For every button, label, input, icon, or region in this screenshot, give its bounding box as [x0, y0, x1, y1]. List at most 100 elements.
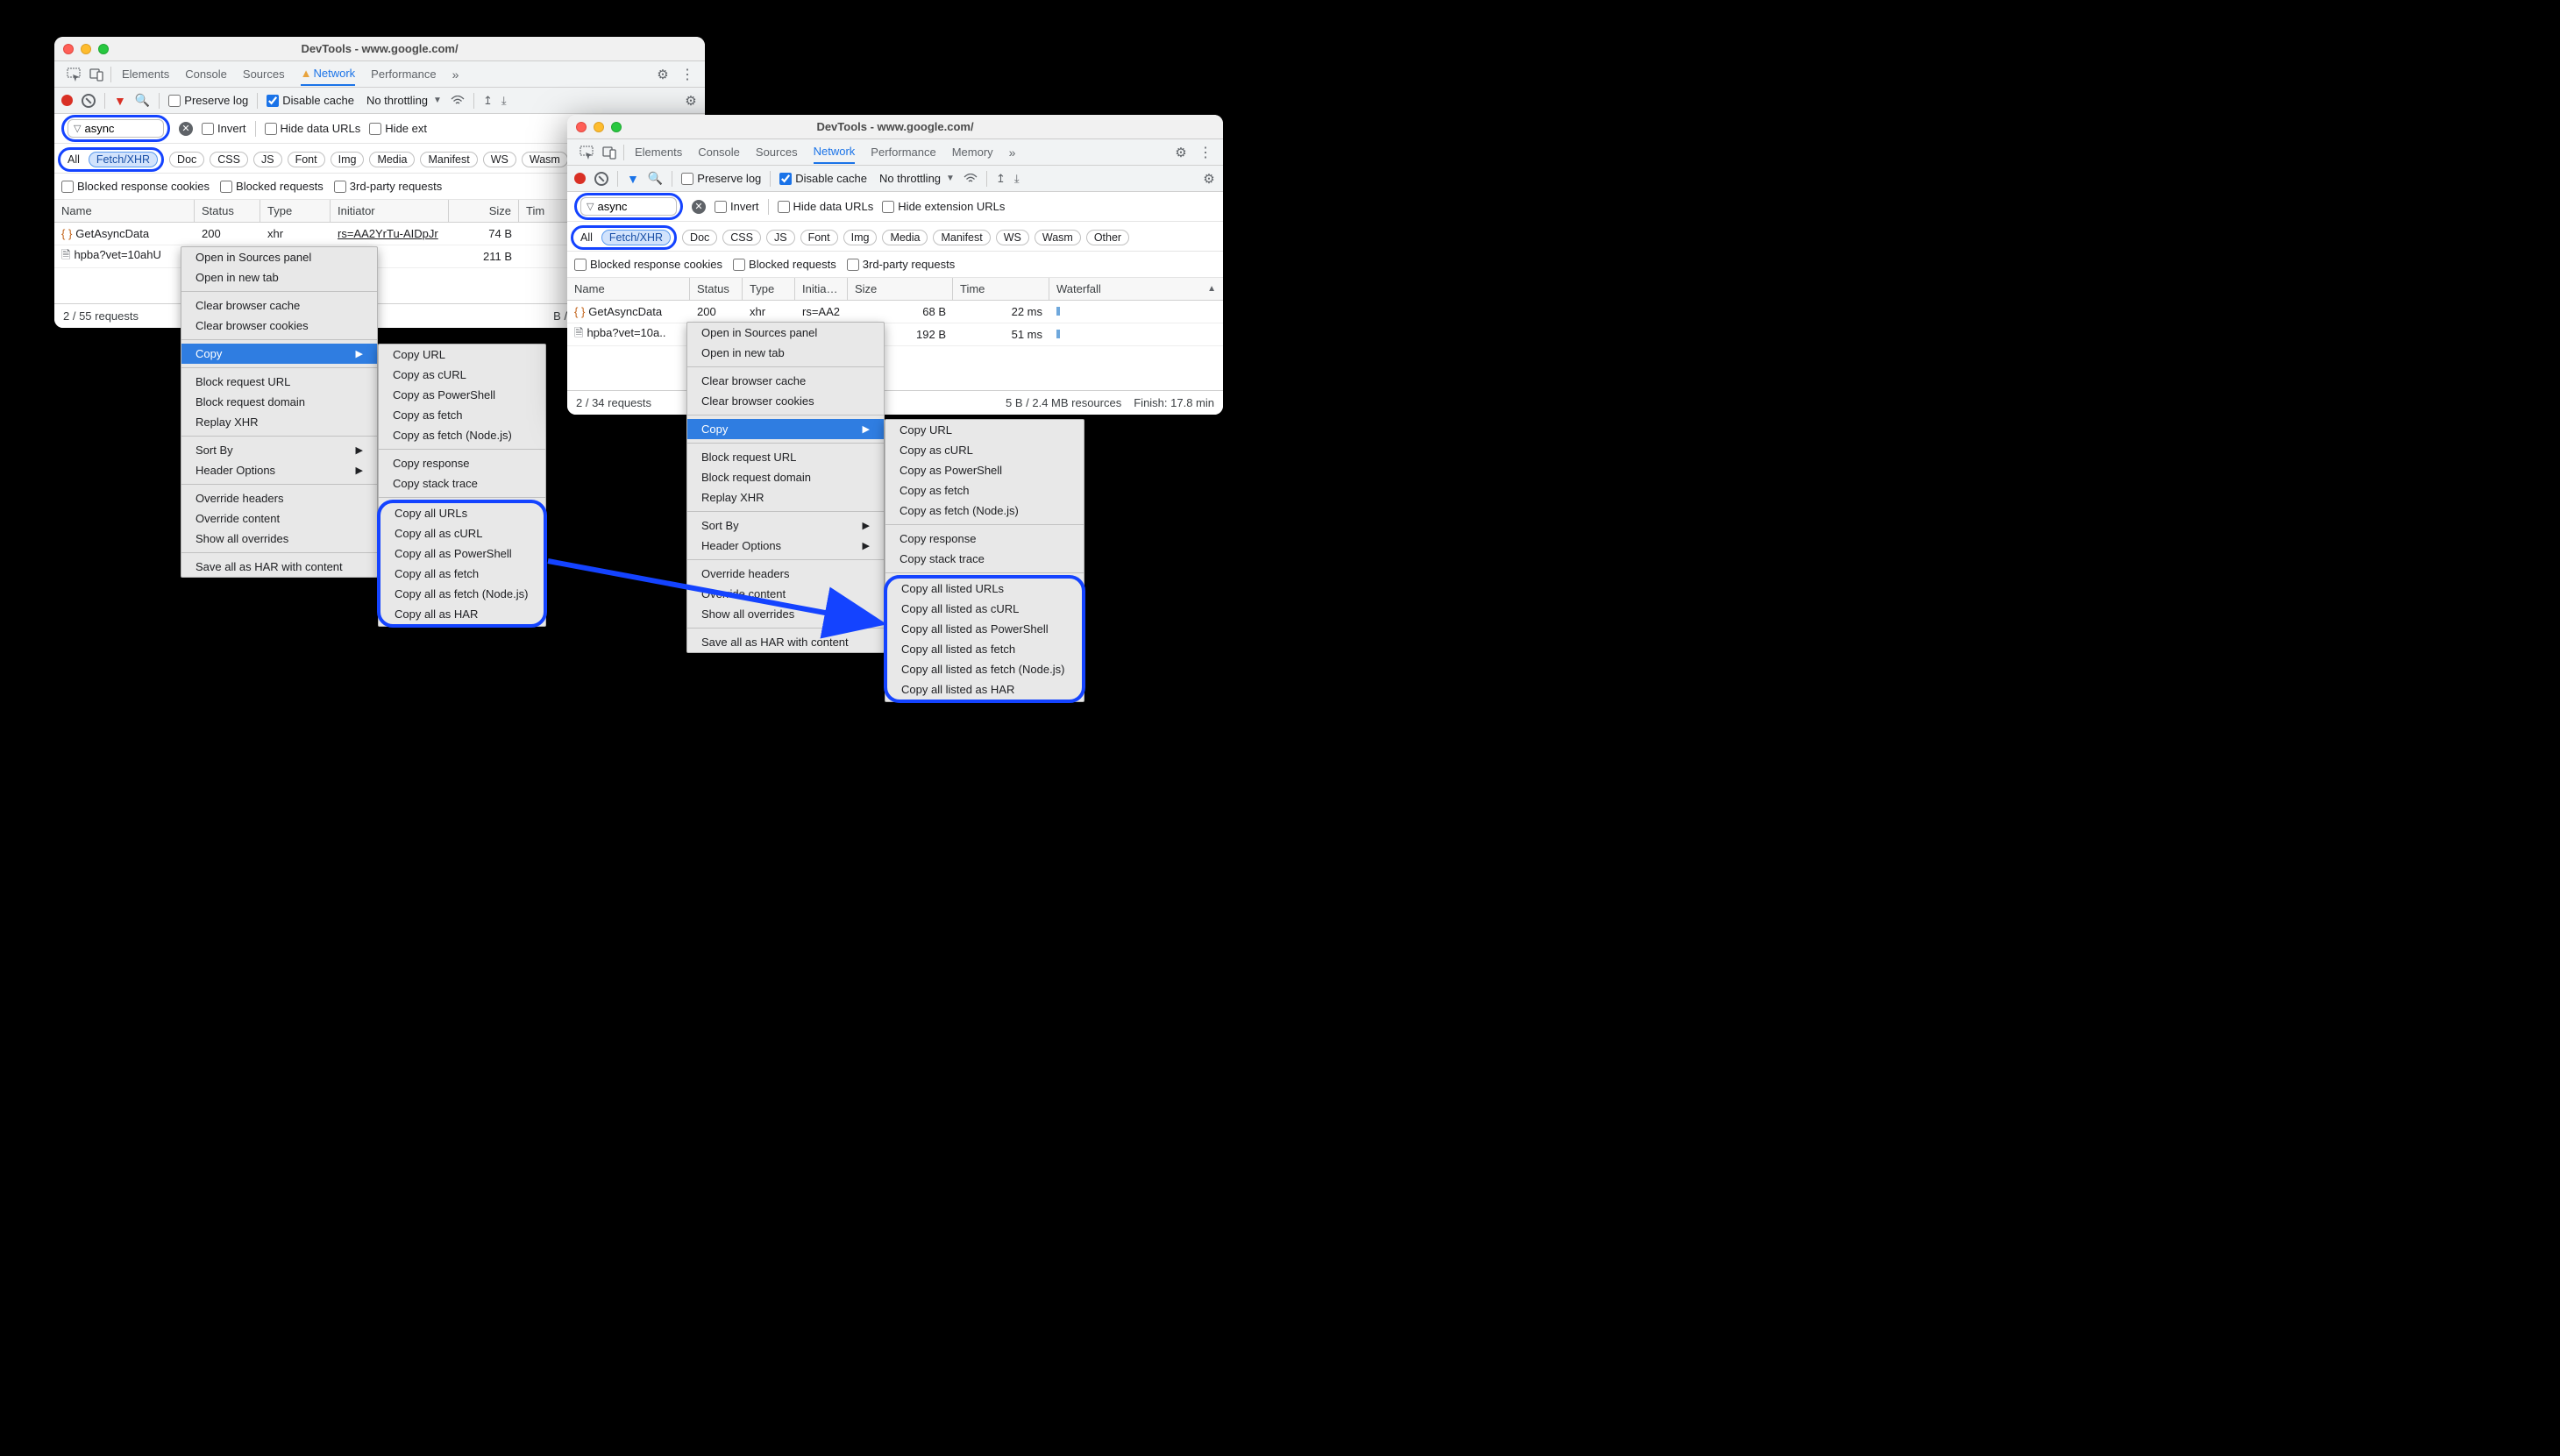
filter-icon[interactable]: ▼	[627, 172, 639, 186]
ctx-copy-all-listed-curl[interactable]: Copy all listed as cURL	[887, 599, 1082, 619]
chip-css[interactable]: CSS	[722, 230, 761, 245]
ctx-override-headers[interactable]: Override headers	[687, 564, 884, 584]
ctx-copy-fetch[interactable]: Copy as fetch	[885, 480, 1084, 501]
chip-ws[interactable]: WS	[483, 152, 516, 167]
context-menu-left[interactable]: Open in Sources panel Open in new tab Cl…	[181, 246, 378, 578]
chip-manifest[interactable]: Manifest	[933, 230, 990, 245]
ctx-copy-stack[interactable]: Copy stack trace	[379, 473, 545, 494]
tab-elements[interactable]: Elements	[635, 141, 682, 163]
traffic-lights[interactable]	[63, 44, 109, 54]
chip-img[interactable]: Img	[843, 230, 878, 245]
tab-console[interactable]: Console	[185, 63, 227, 85]
close-icon[interactable]	[576, 122, 587, 132]
tab-elements[interactable]: Elements	[122, 63, 169, 85]
ctx-copy-ps[interactable]: Copy as PowerShell	[379, 385, 545, 405]
chip-js[interactable]: JS	[253, 152, 282, 167]
filter-input[interactable]	[84, 122, 158, 135]
ctx-copy-stack[interactable]: Copy stack trace	[885, 549, 1084, 569]
filter-icon[interactable]: ▼	[114, 94, 126, 108]
chip-doc[interactable]: Doc	[682, 230, 717, 245]
ctx-header-options[interactable]: Header Options▶	[181, 460, 377, 480]
disable-cache-checkbox[interactable]: Disable cache	[267, 94, 354, 107]
ctx-copy-fetch-node[interactable]: Copy as fetch (Node.js)	[379, 425, 545, 445]
filter-input-box[interactable]: ▽	[68, 119, 164, 138]
table-row[interactable]: { }GetAsyncData 200 xhr rs=AA2 68 B 22 m…	[567, 301, 1223, 323]
ctx-copy-url[interactable]: Copy URL	[885, 420, 1084, 440]
ctx-override-content[interactable]: Override content	[687, 584, 884, 604]
ctx-copy-all-fetch[interactable]: Copy all as fetch	[380, 564, 544, 584]
ctx-copy-all-curl[interactable]: Copy all as cURL	[380, 523, 544, 543]
table-row[interactable]: 🗎hpba?vet=10a.. 192 B 51 ms	[567, 323, 1223, 346]
preserve-log-checkbox[interactable]: Preserve log	[681, 172, 761, 185]
ctx-copy-all-ps[interactable]: Copy all as PowerShell	[380, 543, 544, 564]
clear-filter-icon[interactable]: ✕	[692, 200, 706, 214]
ctx-show-overrides[interactable]: Show all overrides	[181, 529, 377, 549]
tab-performance[interactable]: Performance	[871, 141, 935, 163]
ctx-copy-curl[interactable]: Copy as cURL	[379, 365, 545, 385]
tab-performance[interactable]: Performance	[371, 63, 436, 85]
chip-ws[interactable]: WS	[996, 230, 1029, 245]
ctx-copy-url[interactable]: Copy URL	[379, 344, 545, 365]
device-icon[interactable]	[89, 67, 103, 82]
wifi-icon[interactable]	[964, 172, 978, 186]
col-size[interactable]: Size	[449, 200, 519, 222]
chip-other[interactable]: Other	[1086, 230, 1129, 245]
ctx-copy-response[interactable]: Copy response	[885, 529, 1084, 549]
kebab-icon[interactable]: ⋮	[1198, 144, 1211, 161]
ctx-show-overrides[interactable]: Show all overrides	[687, 604, 884, 624]
ctx-sort[interactable]: Sort By▶	[181, 440, 377, 460]
blocked-requests-checkbox[interactable]: Blocked requests	[220, 180, 324, 193]
ctx-open-sources[interactable]: Open in Sources panel	[181, 247, 377, 267]
blocked-cookies-checkbox[interactable]: Blocked response cookies	[61, 180, 210, 193]
chip-doc[interactable]: Doc	[169, 152, 204, 167]
ctx-clear-cache[interactable]: Clear browser cache	[181, 295, 377, 316]
ctx-clear-cache[interactable]: Clear browser cache	[687, 371, 884, 391]
ctx-copy-all-listed-fetch-node[interactable]: Copy all listed as fetch (Node.js)	[887, 659, 1082, 679]
clear-icon[interactable]	[594, 172, 608, 186]
throttling-select[interactable]: No throttling▼	[366, 94, 442, 107]
chip-all[interactable]: All	[577, 231, 596, 245]
network-settings-icon[interactable]: ⚙	[684, 94, 698, 108]
ctx-block-url[interactable]: Block request URL	[181, 372, 377, 392]
hide-data-checkbox[interactable]: Hide data URLs	[778, 200, 874, 213]
chip-manifest[interactable]: Manifest	[420, 152, 477, 167]
ctx-open-tab[interactable]: Open in new tab	[181, 267, 377, 288]
col-status[interactable]: Status	[195, 200, 260, 222]
zoom-icon[interactable]	[611, 122, 622, 132]
tab-sources[interactable]: Sources	[243, 63, 285, 85]
ctx-copy-fetch-node[interactable]: Copy as fetch (Node.js)	[885, 501, 1084, 521]
minimize-icon[interactable]	[81, 44, 91, 54]
chip-img[interactable]: Img	[331, 152, 365, 167]
third-party-checkbox[interactable]: 3rd-party requests	[847, 258, 956, 271]
ctx-copy-response[interactable]: Copy response	[379, 453, 545, 473]
tab-memory[interactable]: Memory	[952, 141, 993, 163]
ctx-clear-cookies[interactable]: Clear browser cookies	[181, 316, 377, 336]
more-tabs-icon[interactable]: »	[452, 67, 459, 82]
col-type[interactable]: Type	[260, 200, 331, 222]
search-icon[interactable]: 🔍	[135, 93, 150, 108]
tab-network[interactable]: Network	[814, 140, 856, 164]
clear-filter-icon[interactable]: ✕	[179, 122, 193, 136]
chip-fetch-xhr[interactable]: Fetch/XHR	[601, 230, 671, 245]
close-icon[interactable]	[63, 44, 74, 54]
titlebar[interactable]: DevTools - www.google.com/	[567, 115, 1223, 139]
hide-ext-checkbox[interactable]: Hide ext	[369, 122, 427, 135]
ctx-replay[interactable]: Replay XHR	[181, 412, 377, 432]
ctx-copy[interactable]: Copy▶	[687, 419, 884, 439]
ctx-copy-curl[interactable]: Copy as cURL	[885, 440, 1084, 460]
zoom-icon[interactable]	[98, 44, 109, 54]
inspect-icon[interactable]	[67, 67, 81, 82]
ctx-copy-ps[interactable]: Copy as PowerShell	[885, 460, 1084, 480]
chip-media[interactable]: Media	[369, 152, 415, 167]
ctx-copy-all-urls[interactable]: Copy all URLs	[380, 503, 544, 523]
blocked-requests-checkbox[interactable]: Blocked requests	[733, 258, 836, 271]
settings-icon[interactable]: ⚙	[1174, 146, 1188, 160]
tab-network[interactable]: ▲Network	[301, 62, 356, 86]
more-tabs-icon[interactable]: »	[1009, 146, 1016, 160]
record-icon[interactable]	[61, 95, 73, 106]
kebab-icon[interactable]: ⋮	[680, 66, 693, 83]
col-name[interactable]: Name	[54, 200, 195, 222]
hide-ext-checkbox[interactable]: Hide extension URLs	[882, 200, 1005, 213]
chip-js[interactable]: JS	[766, 230, 795, 245]
download-icon[interactable]: ⤓	[501, 94, 507, 108]
